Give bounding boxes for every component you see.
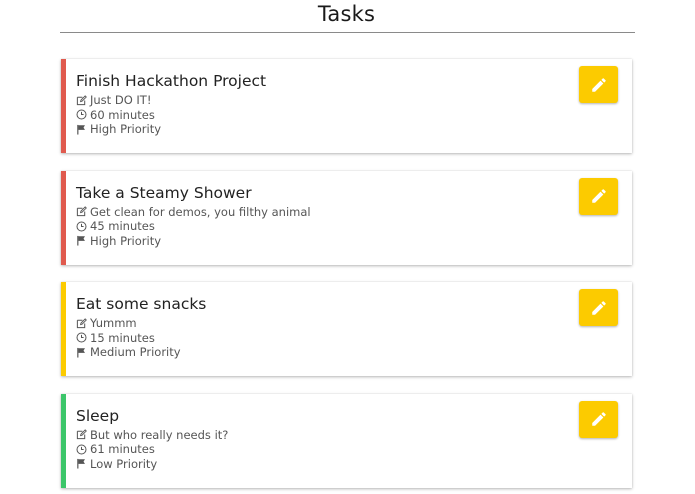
edit-task-button[interactable] xyxy=(579,66,618,103)
task-name: Eat some snacks xyxy=(76,295,207,313)
task-duration: 61 minutes xyxy=(90,442,155,456)
task-duration-row: 61 minutes xyxy=(76,442,155,456)
task-priority: High Priority xyxy=(90,122,162,136)
task-priority-row: High Priority xyxy=(76,234,161,248)
pencil-icon xyxy=(590,299,608,317)
task-duration-row: 60 minutes xyxy=(76,108,155,122)
task-description-row: Yummm xyxy=(76,316,137,330)
task-card: Sleep But who really needs it? 61 minute… xyxy=(61,393,632,488)
task-list: Finish Hackathon Project Just DO IT! 60 … xyxy=(61,59,632,494)
edit-square-icon xyxy=(76,429,87,440)
task-duration: 60 minutes xyxy=(90,107,155,122)
task-description: Get clean for demos, you filthy animal xyxy=(90,204,311,219)
task-name: Finish Hackathon Project xyxy=(76,72,267,90)
task-priority-row: High Priority xyxy=(76,122,161,136)
flag-icon xyxy=(76,235,87,246)
task-description-row: But who really needs it? xyxy=(76,428,228,442)
task-duration: 45 minutes xyxy=(90,219,155,233)
task-description: Yummm xyxy=(90,316,137,330)
clock-icon xyxy=(76,221,87,232)
edit-square-icon xyxy=(76,206,87,217)
clock-icon xyxy=(76,444,87,455)
flag-icon xyxy=(76,124,87,135)
task-name: Sleep xyxy=(76,406,120,425)
task-description: But who really needs it? xyxy=(90,427,229,442)
task-name: Take a Steamy Shower xyxy=(76,183,252,202)
task-card: Finish Hackathon Project Just DO IT! 60 … xyxy=(61,59,632,153)
task-duration-row: 15 minutes xyxy=(76,331,155,345)
task-priority: Medium Priority xyxy=(90,345,181,359)
pencil-icon xyxy=(590,76,608,94)
task-priority-row: Medium Priority xyxy=(76,345,181,359)
edit-task-button[interactable] xyxy=(579,177,618,215)
edit-task-button[interactable] xyxy=(579,289,618,326)
task-card: Eat some snacks Yummm 15 minutes Medium … xyxy=(61,282,632,376)
pencil-icon xyxy=(590,410,608,428)
page-title: Tasks xyxy=(317,2,376,26)
clock-icon xyxy=(76,109,87,120)
task-duration: 15 minutes xyxy=(90,330,155,345)
task-priority: High Priority xyxy=(90,233,162,248)
task-description: Just DO IT! xyxy=(90,93,152,107)
task-priority: Low Priority xyxy=(90,456,158,471)
task-card: Take a Steamy Shower Get clean for demos… xyxy=(61,170,632,265)
flag-icon xyxy=(76,347,87,358)
edit-square-icon xyxy=(76,317,87,329)
title-divider xyxy=(60,32,635,33)
edit-task-button[interactable] xyxy=(579,400,618,438)
task-description-row: Get clean for demos, you filthy animal xyxy=(76,205,311,219)
pencil-icon xyxy=(590,187,608,205)
edit-square-icon xyxy=(76,94,87,106)
task-description-row: Just DO IT! xyxy=(76,93,151,107)
task-duration-row: 45 minutes xyxy=(76,219,155,233)
tasks-page: Tasks Finish Hackathon Project Just DO I… xyxy=(0,0,695,494)
clock-icon xyxy=(76,332,87,343)
flag-icon xyxy=(76,458,87,469)
task-priority-row: Low Priority xyxy=(76,457,157,471)
